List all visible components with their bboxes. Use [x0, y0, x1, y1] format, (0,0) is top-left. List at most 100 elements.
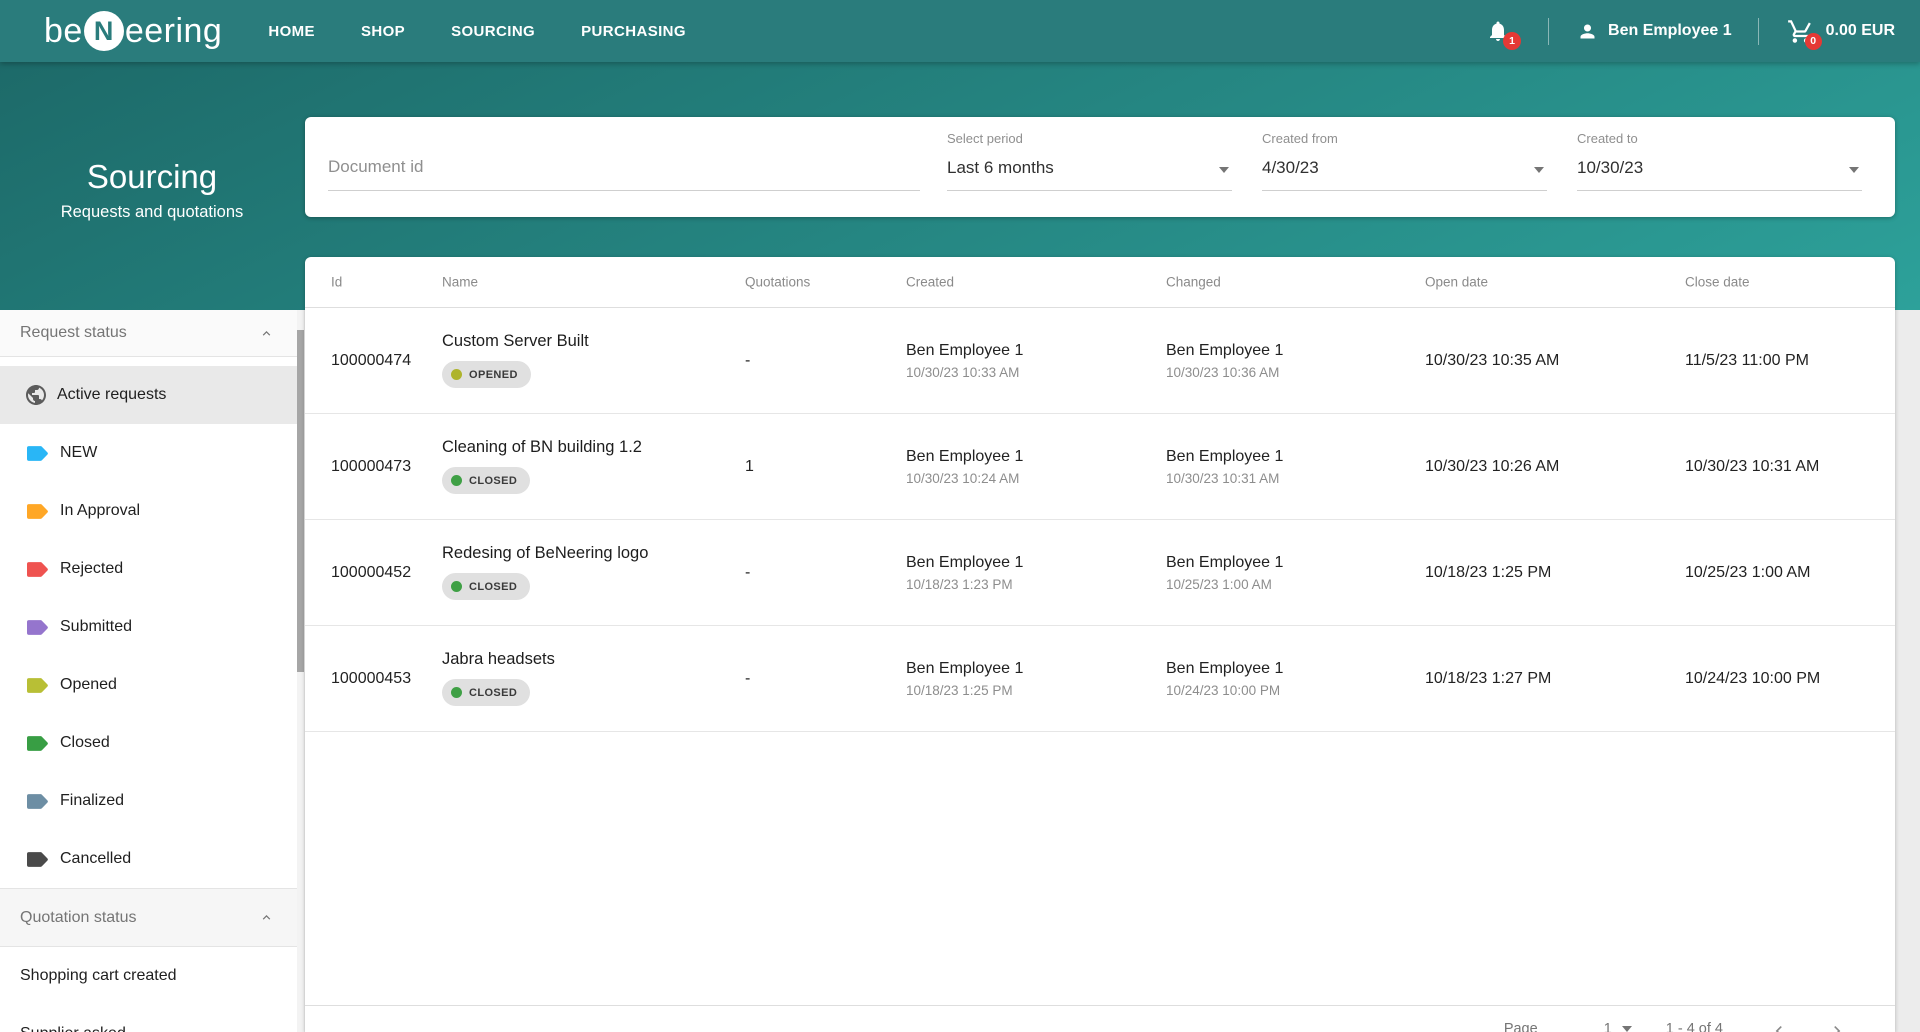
cart-total: 0.00 EUR — [1825, 22, 1895, 39]
row-created-cell: Ben Employee 1 10/18/23 1:23 PM — [906, 554, 1023, 592]
menu-item-shop[interactable]: SHOP — [361, 23, 405, 40]
row-created-cell: Ben Employee 1 10/30/23 10:24 AM — [906, 448, 1023, 486]
request-name: Cleaning of BN building 1.2 — [442, 438, 642, 456]
status-label: CLOSED — [469, 474, 518, 487]
changed-at: 10/24/23 10:00 PM — [1166, 682, 1281, 698]
page-select-value: 1 — [1603, 1021, 1612, 1032]
page-select[interactable]: 1 — [1604, 1021, 1632, 1032]
sidebar-item-closed[interactable]: Closed — [0, 714, 304, 772]
document-id-field — [328, 117, 920, 191]
row-name-cell: Redesing of BeNeering logo CLOSED — [442, 544, 648, 600]
sidebar-item-label: Opened — [60, 676, 117, 693]
status-dot-icon — [451, 369, 462, 380]
field-label: Select period — [947, 131, 1023, 146]
document-id-input[interactable] — [328, 144, 920, 190]
row-open-date: 10/30/23 10:26 AM — [1425, 457, 1560, 475]
changed-by: Ben Employee 1 — [1166, 553, 1284, 571]
row-changed-cell: Ben Employee 1 10/30/23 10:31 AM — [1166, 448, 1283, 486]
row-close-date: 10/24/23 10:00 PM — [1685, 669, 1821, 687]
chevron-right-icon — [1834, 1026, 1841, 1032]
cart-button[interactable]: 0 — [1787, 18, 1822, 50]
sidebar-item-cancelled[interactable]: Cancelled — [0, 830, 304, 888]
chevron-up-icon — [262, 915, 271, 920]
table-row[interactable]: 100000453 Jabra headsets CLOSED - Ben Em… — [305, 626, 1895, 732]
user-name: Ben Employee 1 — [1608, 22, 1732, 39]
logo-n-badge: N — [83, 11, 124, 51]
status-label: CLOSED — [469, 580, 518, 593]
request-name: Jabra headsets — [442, 650, 555, 668]
sidebar-item-in-approval[interactable]: In Approval — [0, 482, 304, 540]
user-menu-button[interactable]: Ben Employee 1 — [1577, 21, 1732, 42]
top-navbar: be N eering HOME SHOP SOURCING PURCHASIN… — [0, 0, 1920, 62]
created-at: 10/18/23 1:25 PM — [906, 682, 1013, 698]
logo-prefix: be — [44, 11, 83, 50]
status-badge: OPENED — [442, 361, 531, 388]
created-by: Ben Employee 1 — [906, 553, 1024, 571]
tag-icon — [27, 851, 48, 867]
menu-item-home[interactable]: HOME — [268, 23, 315, 40]
section-header-quotation-status[interactable]: Quotation status — [0, 888, 304, 947]
sidebar-item-active-requests[interactable]: Active requests — [0, 366, 304, 424]
select-period-field[interactable]: Select period Last 6 months — [947, 117, 1232, 191]
sidebar-item-finalized[interactable]: Finalized — [0, 772, 304, 830]
row-id: 100000452 — [331, 563, 412, 581]
sidebar-item-label: Rejected — [60, 560, 124, 577]
sidebar-item-submitted[interactable]: Submitted — [0, 598, 304, 656]
dropdown-caret-icon — [1534, 167, 1544, 173]
page-header: Sourcing Requests and quotations — [0, 158, 304, 222]
navbar-right: 1 Ben Employee 1 0 0.00 EUR — [1486, 17, 1920, 50]
menu-item-sourcing[interactable]: SOURCING — [451, 23, 535, 40]
chevron-up-icon — [262, 330, 271, 336]
next-page-button[interactable] — [1827, 1021, 1847, 1032]
table-row[interactable]: 100000474 Custom Server Built OPENED - B… — [305, 308, 1895, 414]
status-label: CLOSED — [469, 686, 518, 699]
chevron-left-icon — [1775, 1026, 1782, 1032]
sidebar-item-rejected[interactable]: Rejected — [0, 540, 304, 598]
request-name: Redesing of BeNeering logo — [442, 544, 649, 562]
tag-icon — [27, 503, 48, 519]
row-name-cell: Jabra headsets CLOSED — [442, 650, 555, 706]
requests-table: Id Name Quotations Created Changed Open … — [305, 257, 1895, 1032]
created-at: 10/30/23 10:24 AM — [906, 470, 1020, 486]
request-name: Custom Server Built — [442, 332, 589, 350]
section-header-request-status[interactable]: Request status — [0, 310, 304, 357]
menu-item-purchasing[interactable]: PURCHASING — [581, 23, 686, 40]
cart-count-badge: 0 — [1804, 32, 1822, 50]
tag-icon — [27, 677, 48, 693]
sidebar-item-label: NEW — [60, 444, 98, 461]
logo-suffix: eering — [124, 11, 223, 50]
created-to-field[interactable]: Created to 10/30/23 — [1577, 117, 1862, 191]
row-close-date: 10/30/23 10:31 AM — [1685, 457, 1820, 475]
app-logo[interactable]: be N eering — [44, 11, 222, 51]
page-title: Sourcing — [86, 158, 218, 195]
row-open-date: 10/18/23 1:27 PM — [1425, 669, 1552, 687]
row-changed-cell: Ben Employee 1 10/25/23 1:00 AM — [1166, 554, 1283, 592]
sidebar-item-supplier-asked[interactable]: Supplier asked — [0, 1005, 304, 1032]
created-from-field[interactable]: Created from 4/30/23 — [1262, 117, 1547, 191]
table-row[interactable]: 100000473 Cleaning of BN building 1.2 CL… — [305, 414, 1895, 520]
previous-page-button[interactable] — [1769, 1021, 1789, 1032]
sidebar-item-shopping-cart-created[interactable]: Shopping cart created — [0, 947, 304, 1005]
table-header: Id Name Quotations Created Changed Open … — [305, 257, 1895, 308]
status-dot-icon — [451, 581, 462, 592]
tag-icon — [27, 793, 48, 809]
person-icon — [1580, 24, 1595, 38]
row-quotations: - — [745, 563, 751, 581]
globe-icon — [26, 385, 46, 405]
field-label: Created to — [1577, 131, 1638, 146]
sidebar-item-new[interactable]: NEW — [0, 424, 304, 482]
table-row[interactable]: 100000452 Redesing of BeNeering logo CLO… — [305, 520, 1895, 626]
changed-at: 10/30/23 10:36 AM — [1166, 364, 1280, 380]
status-sidebar: Request status Active requests NEW In Ap… — [0, 310, 304, 1032]
sidebar-scrollbar-thumb[interactable] — [297, 330, 304, 672]
changed-at: 10/25/23 1:00 AM — [1166, 576, 1272, 592]
dropdown-caret-icon — [1219, 167, 1229, 173]
row-changed-cell: Ben Employee 1 10/30/23 10:36 AM — [1166, 342, 1283, 380]
created-by: Ben Employee 1 — [906, 659, 1024, 677]
row-created-cell: Ben Employee 1 10/18/23 1:25 PM — [906, 660, 1023, 698]
row-open-date: 10/18/23 1:25 PM — [1425, 563, 1552, 581]
status-label: OPENED — [469, 368, 518, 381]
notifications-button[interactable]: 1 — [1486, 19, 1522, 50]
sidebar-item-opened[interactable]: Opened — [0, 656, 304, 714]
tag-icon — [27, 735, 48, 751]
